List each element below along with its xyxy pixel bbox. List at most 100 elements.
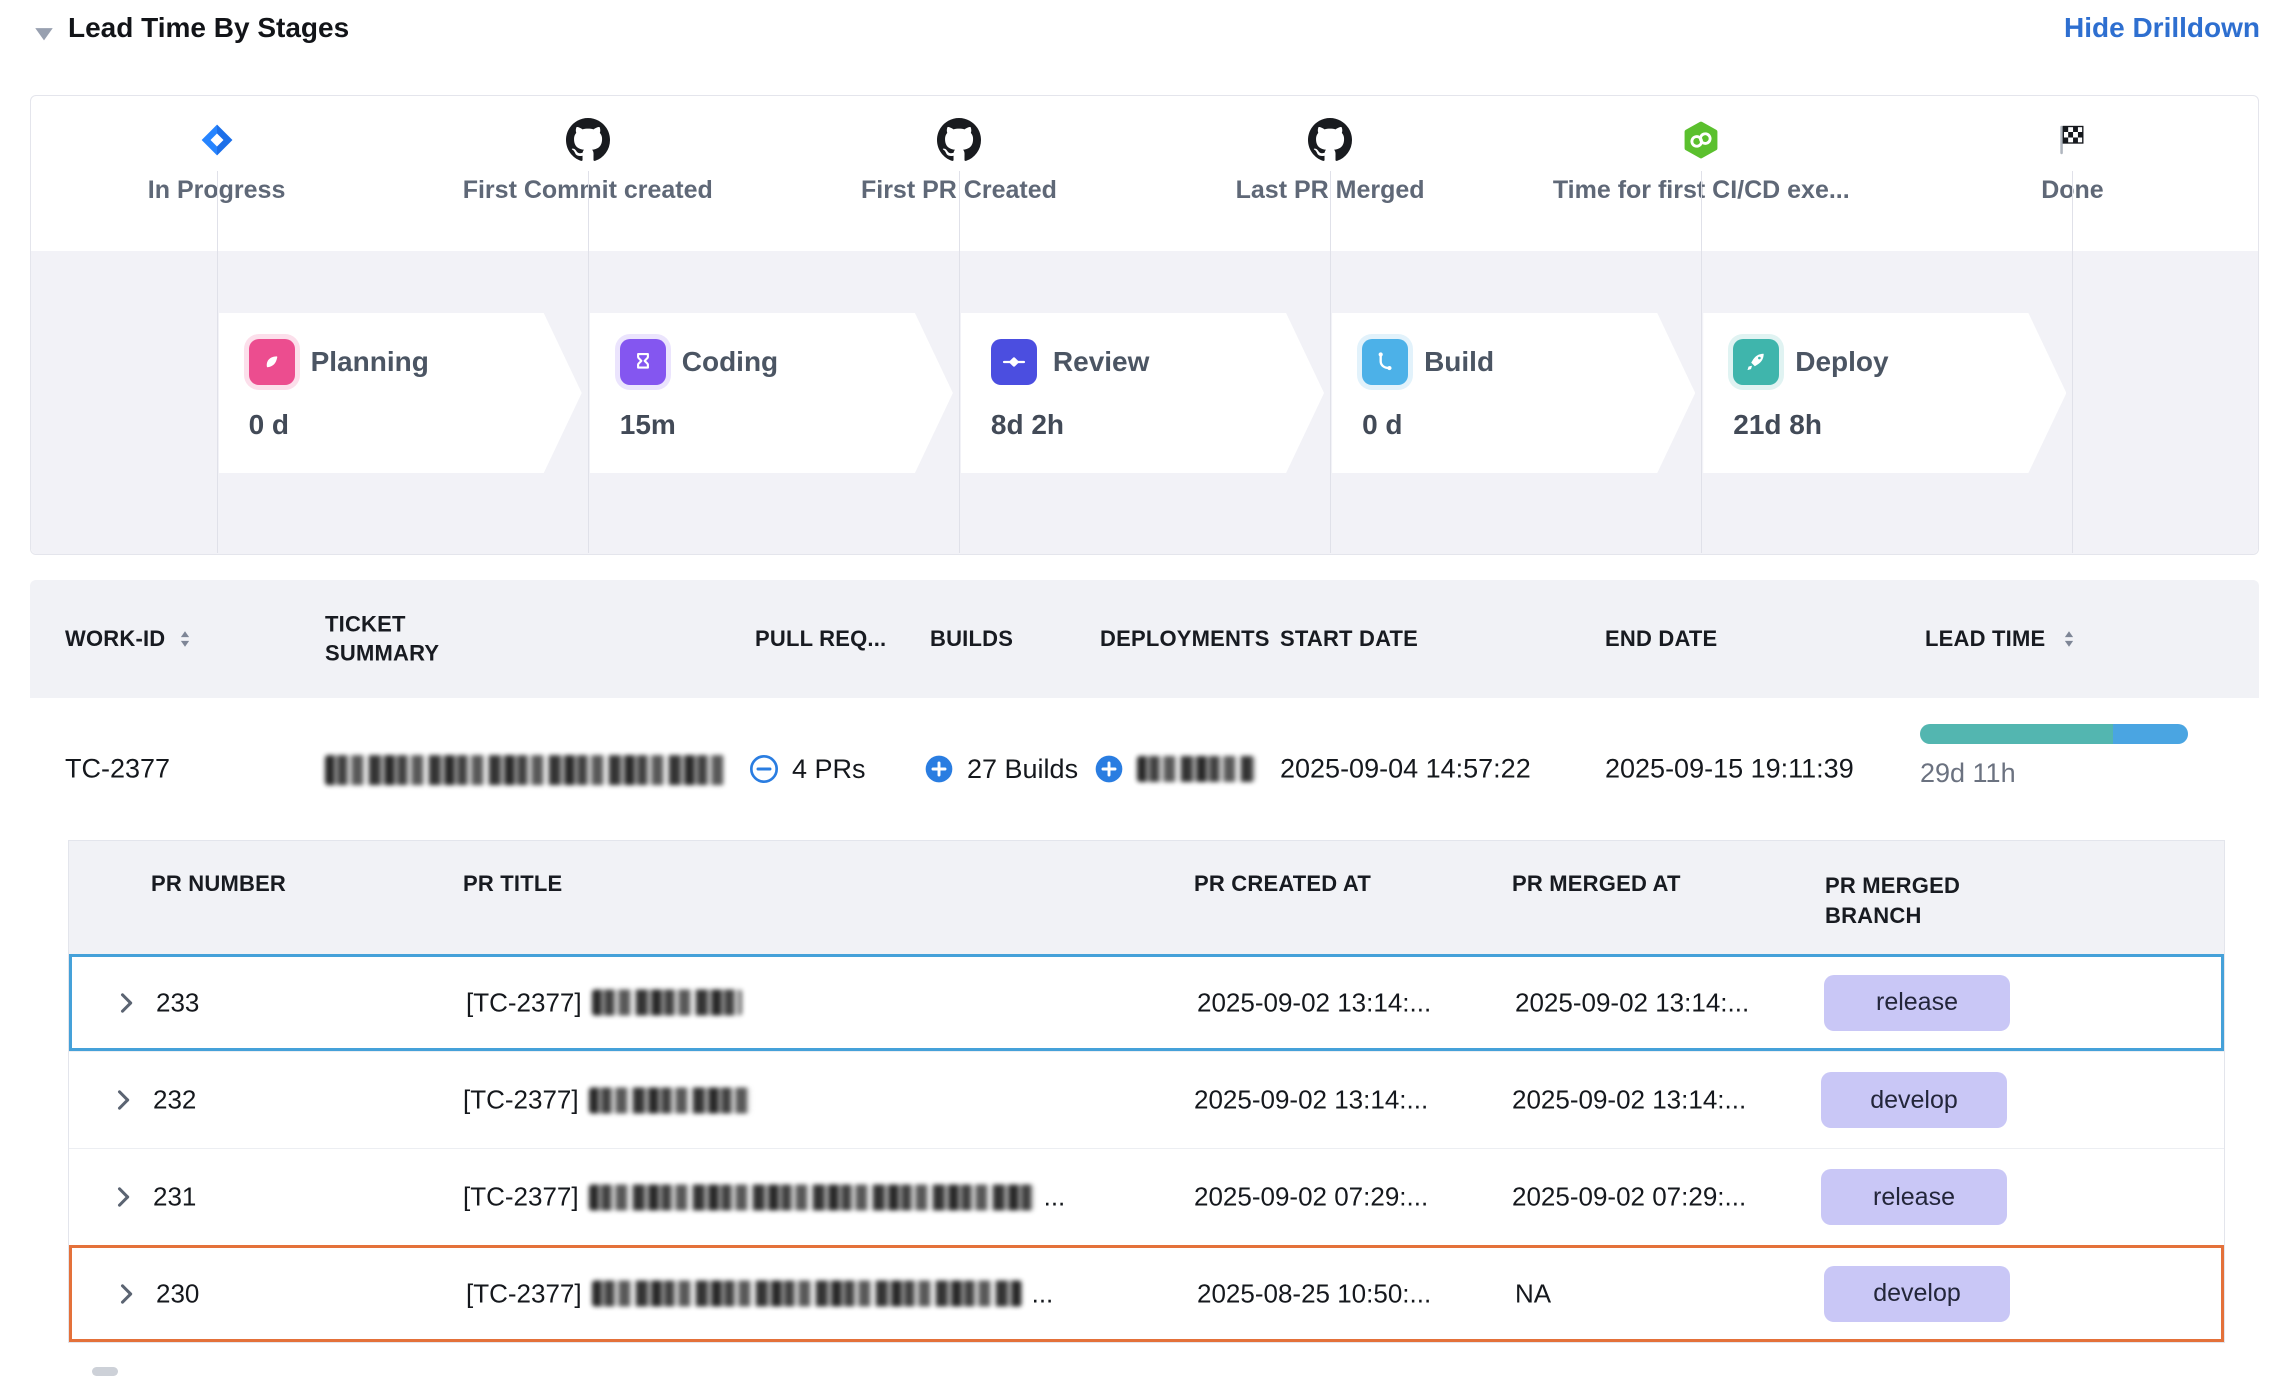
stage-review: Review 8d 2h [961,313,1324,473]
stage-duration: 15m [620,409,953,441]
stage-name: Deploy [1795,346,1888,378]
page-title: Lead Time By Stages [68,12,349,44]
expand-circle-icon [923,753,955,785]
pr-table: PR NUMBER PR TITLE PR CREATED AT PR MERG… [68,840,2225,1343]
column-pr-merged-branch: PR MERGED BRANCH [1825,871,1975,930]
column-lead-time[interactable]: LEAD TIME [1925,626,2045,652]
stage-divider [1701,171,1702,553]
lead-time-bar-segment-blue [2113,724,2188,744]
column-pr-title: PR TITLE [463,871,562,897]
hourglass-icon [620,339,666,385]
redacted-text [589,1087,751,1113]
stage-divider [588,171,589,553]
pr-row-232[interactable]: 232 [TC-2377] 2025-09-02 13:14:... 2025-… [69,1051,2224,1148]
stage-name: Coding [682,346,778,378]
rocket-icon [1733,339,1779,385]
pr-table-header: PR NUMBER PR TITLE PR CREATED AT PR MERG… [69,841,2224,954]
git-commit-icon [991,339,1037,385]
stage-planning: Planning 0 d [219,313,582,473]
scrollbar-thumb-fragment[interactable] [92,1367,118,1376]
column-pr-number: PR NUMBER [151,871,286,897]
cicd-icon [1681,116,1721,164]
pr-title: [TC-2377] [463,1085,761,1116]
stage-divider [1330,171,1331,553]
chevron-right-icon[interactable] [112,1280,140,1308]
sort-icon[interactable] [2058,628,2080,650]
stage-name: Build [1424,346,1494,378]
column-start-date: START DATE [1280,626,1418,652]
redacted-text [325,755,725,785]
pull-requests-toggle[interactable]: 4 PRs [748,753,866,785]
stage-coding: Coding 15m [590,313,953,473]
column-builds: BUILDS [930,626,1013,652]
stage-build: Build 0 d [1332,313,1695,473]
work-items-table: WORK-ID TICKET SUMMARY PULL REQ... BUILD… [30,580,2259,1343]
github-icon [566,116,610,164]
column-pr-created-at: PR CREATED AT [1194,871,1371,897]
builds-count: 27 Builds [967,754,1078,785]
pr-merged-at: 2025-09-02 13:14:... [1512,1085,1746,1116]
hide-drilldown-link[interactable]: Hide Drilldown [2064,12,2260,44]
pr-created-at: 2025-09-02 07:29:... [1194,1182,1428,1213]
jira-status-icon [198,116,236,164]
stage-duration: 8d 2h [991,409,1324,441]
column-work-id[interactable]: WORK-ID [65,626,165,652]
branch-badge: develop [1821,1072,2007,1128]
start-date: 2025-09-04 14:57:22 [1280,754,1531,785]
ticket-summary-redacted [325,753,725,785]
sort-icon[interactable] [174,628,196,650]
branch-badge: release [1821,1169,2007,1225]
pr-merged-at: 2025-09-02 07:29:... [1512,1182,1746,1213]
lead-time-bar [1920,724,2188,744]
finish-flag-icon [2054,116,2090,164]
stage-deploy: Deploy 21d 8h [1703,313,2066,473]
branch-badge: develop [1824,1266,2010,1322]
pr-number: 232 [153,1085,196,1116]
pr-row-231[interactable]: 231 [TC-2377]... 2025-09-02 07:29:... 20… [69,1148,2224,1245]
stage-duration: 0 d [249,409,582,441]
pr-row-230[interactable]: 230 [TC-2377]... 2025-08-25 10:50:... NA… [69,1245,2224,1342]
collapse-circle-icon [748,753,780,785]
planning-icon [249,339,295,385]
work-item-row: TC-2377 4 PRs 27 Builds 2025-09-04 14:57… [30,698,2259,840]
pr-created-at: 2025-09-02 13:14:... [1197,987,1431,1018]
pr-title: [TC-2377] [466,987,752,1018]
column-end-date: END DATE [1605,626,1717,652]
pr-created-at: 2025-08-25 10:50:... [1197,1278,1431,1309]
chevron-right-icon[interactable] [109,1086,137,1114]
pr-created-at: 2025-09-02 13:14:... [1194,1085,1428,1116]
pr-title: [TC-2377]... [466,1278,1053,1309]
stage-divider [217,171,218,553]
stage-duration: 0 d [1362,409,1695,441]
redacted-text [592,990,742,1016]
column-pull-requests: PULL REQ... [755,626,886,652]
github-icon [937,116,981,164]
chevron-right-icon[interactable] [112,989,140,1017]
redacted-text [1137,756,1255,782]
stage-name: Review [1053,346,1150,378]
expand-circle-icon [1093,753,1125,785]
drilldown-header: Lead Time By Stages Hide Drilldown [30,10,2260,60]
stage-divider [2072,171,2073,553]
milestones-row: In Progress First Commit created First P… [31,96,2258,251]
stage-name: Planning [311,346,429,378]
pr-number: 233 [156,987,199,1018]
work-table-header: WORK-ID TICKET SUMMARY PULL REQ... BUILD… [30,580,2259,698]
redacted-text [589,1184,1034,1210]
pr-title: [TC-2377]... [463,1182,1065,1213]
pr-row-233[interactable]: 233 [TC-2377] 2025-09-02 13:14:... 2025-… [69,954,2224,1051]
end-date: 2025-09-15 19:11:39 [1605,754,1854,785]
collapse-arrow-icon[interactable] [30,20,58,48]
chevron-right-icon[interactable] [109,1183,137,1211]
lead-time-drilldown: Lead Time By Stages Hide Drilldown In Pr… [0,0,2291,1376]
pull-requests-count: 4 PRs [792,754,866,785]
stage-divider [959,171,960,553]
deployments-toggle[interactable] [1093,753,1255,785]
column-deployments: DEPLOYMENTS [1100,626,1270,652]
stage-duration: 21d 8h [1733,409,2066,441]
github-icon [1308,116,1352,164]
branch-badge: release [1824,975,2010,1031]
redacted-text [592,1281,1022,1307]
branch-icon [1362,339,1408,385]
builds-toggle[interactable]: 27 Builds [923,753,1078,785]
